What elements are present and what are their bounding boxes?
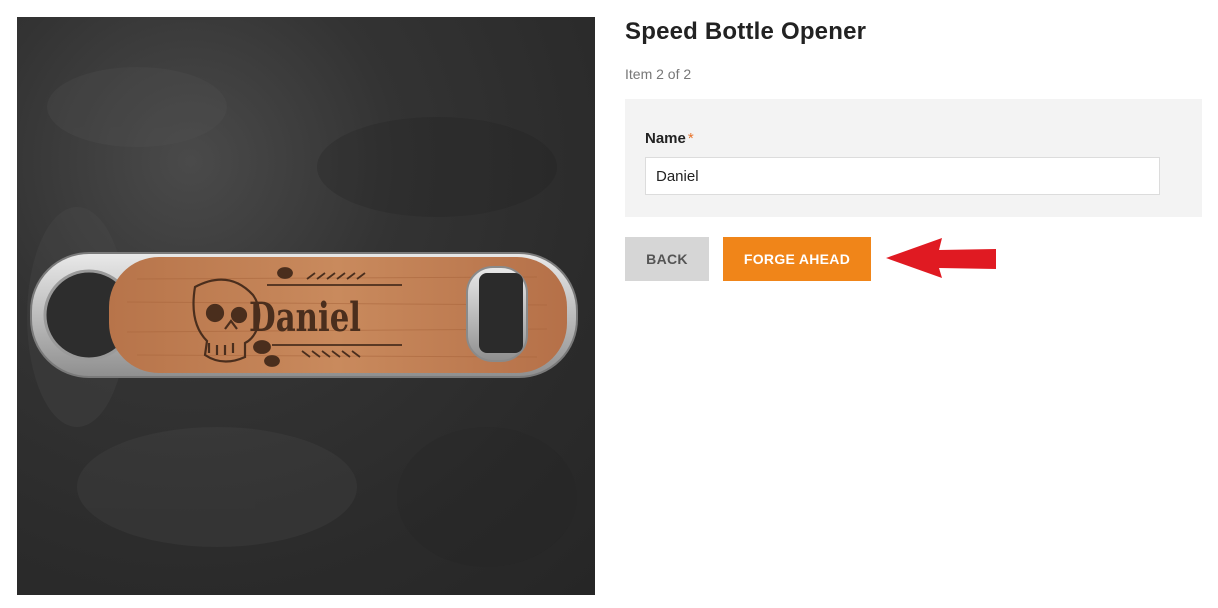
name-label-text: Name [645,130,686,147]
product-image: Daniel [17,17,595,595]
item-position: Item 2 of 2 [625,66,692,82]
personalization-form: Name * [625,99,1202,217]
engraved-name: Daniel [249,294,361,341]
back-button[interactable]: BACK [625,237,709,281]
required-marker: * [687,130,694,147]
bottle-opener-illustration: Daniel [27,67,578,567]
name-field-label: Name * [645,130,694,147]
product-title: Speed Bottle Opener [625,18,867,45]
forge-ahead-button[interactable]: FORGE AHEAD [723,237,871,281]
red-arrow-annotation [886,238,996,278]
name-input[interactable] [645,157,1160,195]
